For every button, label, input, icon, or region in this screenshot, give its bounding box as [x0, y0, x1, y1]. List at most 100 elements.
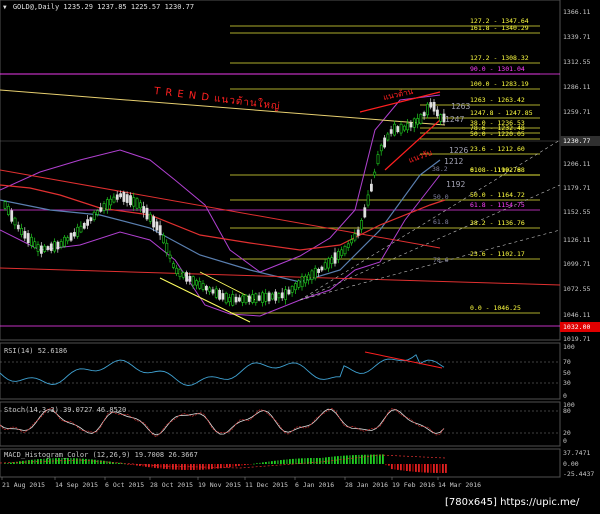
candle-body	[310, 270, 314, 280]
candle-body	[333, 252, 337, 264]
candle-body	[383, 137, 387, 148]
macd-histogram-bar	[97, 460, 99, 464]
macd-histogram-bar	[421, 464, 423, 473]
macd-histogram-bar	[217, 464, 219, 469]
candle-body	[386, 133, 390, 141]
fib-level-label: 61.8 - 1154.75	[470, 201, 525, 209]
candle-body	[208, 287, 212, 293]
price-axis-label: 1019.71	[563, 335, 591, 343]
macd-histogram-bar	[19, 461, 21, 464]
macd-histogram-bar	[127, 464, 129, 465]
macd-histogram-bar	[148, 464, 150, 468]
macd-histogram-bar	[409, 464, 411, 472]
price-axis-label: 1126.11	[563, 236, 591, 244]
macd-histogram-bar	[202, 464, 204, 470]
candle-body	[99, 207, 103, 212]
level-label: 1247	[445, 115, 465, 124]
macd-histogram-bar	[208, 464, 210, 470]
candle-body	[106, 199, 109, 210]
candle-body	[402, 125, 406, 131]
macd-histogram-bar	[376, 454, 378, 464]
candle-body	[53, 241, 57, 252]
macd-histogram-bar	[271, 461, 273, 464]
candle-body	[158, 225, 162, 236]
candle-body	[172, 263, 175, 268]
level-label: 1263	[451, 102, 471, 111]
macd-histogram-bar	[394, 464, 396, 470]
macd-histogram-bar	[73, 458, 75, 464]
macd-histogram-bar	[229, 464, 231, 468]
candle-body	[353, 233, 357, 241]
candle-body	[277, 293, 281, 299]
stoch-axis-label: 0	[563, 437, 567, 445]
candle-body	[211, 289, 215, 294]
macd-histogram-bar	[433, 464, 435, 473]
fib-level-label: 100.0 - 1283.19	[470, 80, 529, 88]
fib-level-label: 23.6 - 1102.17	[470, 250, 525, 258]
date-axis-label: 14 Mar 2016	[438, 481, 482, 489]
rsi-axis-label: 100	[563, 343, 575, 351]
macd-histogram-bar	[397, 464, 399, 470]
macd-histogram-bar	[379, 454, 381, 464]
date-axis-label: 6 Oct 2015	[105, 481, 145, 489]
candle-body	[323, 262, 327, 270]
candle-body	[69, 232, 73, 241]
macd-histogram-bar	[430, 464, 432, 473]
candle-body	[274, 291, 278, 301]
candle-body	[346, 243, 350, 248]
macd-histogram-bar	[382, 454, 384, 464]
rsi-axis-label: 50	[563, 369, 571, 377]
macd-histogram-bar	[373, 454, 375, 464]
fib-level-label: 61.8 - 1192.68	[470, 166, 525, 174]
macd-histogram-bar	[277, 460, 279, 464]
macd-histogram-bar	[46, 458, 48, 464]
candle-body	[231, 294, 235, 306]
macd-histogram-bar	[76, 458, 78, 464]
macd-histogram-bar	[85, 458, 87, 464]
macd-histogram-bar	[88, 459, 90, 464]
candle-body	[112, 196, 116, 203]
collapse-triangle-icon[interactable]: ▼	[3, 4, 7, 11]
macd-histogram-bar	[205, 464, 207, 470]
candle-body	[267, 292, 271, 302]
macd-histogram-bar	[355, 455, 357, 464]
candle-body	[13, 217, 17, 226]
price-axis-label: 1179.71	[563, 184, 591, 192]
candle-body	[287, 289, 291, 295]
macd-histogram-bar	[247, 464, 249, 465]
macd-histogram-bar	[7, 462, 9, 464]
candle-body	[89, 217, 93, 222]
candle-body	[429, 102, 433, 108]
stoch-axis-label: 20	[563, 429, 571, 437]
candle-body	[224, 292, 228, 304]
candle-body	[191, 276, 195, 286]
candle-body	[119, 193, 123, 198]
candle-body	[181, 272, 185, 278]
candle-body	[139, 202, 142, 209]
macd-histogram-bar	[388, 464, 390, 466]
candle-body	[327, 258, 330, 269]
candle-body	[56, 241, 60, 250]
candle-body	[343, 246, 347, 255]
candle-body	[244, 294, 248, 304]
fib-level-label: 50.0 - 1164.72	[470, 191, 525, 199]
date-axis-label: 14 Sep 2015	[55, 481, 99, 489]
bollinger-upper	[0, 94, 441, 273]
candle-body	[270, 293, 274, 300]
macd-histogram-bar	[352, 455, 354, 464]
macd-histogram-bar	[283, 459, 285, 464]
candle-body	[26, 233, 30, 244]
macd-histogram-bar	[106, 461, 108, 464]
candle-body	[198, 281, 202, 289]
rsi-axis-label: 30	[563, 379, 571, 387]
macd-histogram-bar	[280, 460, 282, 464]
candle-body	[251, 294, 255, 303]
candle-body	[201, 283, 205, 290]
candle-body	[238, 297, 241, 302]
fib-level-label: 127.2 - 1308.32	[470, 54, 529, 62]
candle-body	[228, 297, 231, 303]
level-label: 1192	[446, 180, 466, 189]
candle-body	[439, 114, 443, 122]
candle-body	[125, 194, 129, 203]
candle-body	[73, 232, 76, 237]
